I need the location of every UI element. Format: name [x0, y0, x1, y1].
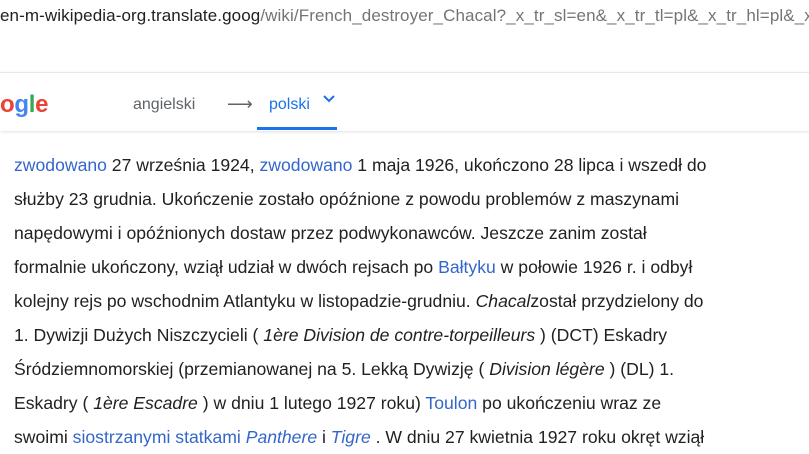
target-language-indicator — [257, 127, 337, 130]
article-text: ) (DL) 1. — [604, 359, 675, 379]
article-link[interactable]: Bałtyku — [438, 257, 496, 277]
article-text: po ukończeniu wraz ze — [477, 393, 662, 413]
article-link[interactable]: Panthere — [246, 427, 317, 447]
article-text: i — [317, 427, 331, 447]
address-bar[interactable]: en-m-wikipedia-org.translate.goog/wiki/F… — [0, 0, 809, 32]
article-line: Śródziemnomorskiej (przemianowanej na 5.… — [14, 352, 804, 386]
article-line: napędowymi i opóźnionych dostaw przez po… — [14, 216, 804, 250]
article-link[interactable]: Tigre — [331, 427, 371, 447]
article-line: kolejny rejs po wschodnim Atlantyku w li… — [14, 284, 804, 318]
target-language[interactable]: polski — [269, 96, 310, 114]
article-link[interactable]: siostrzanymi statkami — [73, 427, 241, 447]
url-host: en-m-wikipedia-org.translate.goog — [0, 6, 261, 25]
article-line: służby 23 grudnia. Ukończenie zostało op… — [14, 182, 804, 216]
logo-letter: e — [35, 91, 49, 118]
article-text: swoimi — [14, 427, 73, 447]
article-text: 1. Dywizji Dużych Niszczycieli ( — [14, 325, 264, 345]
article-text: 27 września 1924, — [106, 155, 260, 175]
article-body: zwodowano 27 września 1924, zwodowano 1 … — [14, 148, 804, 454]
article-link[interactable]: Toulon — [425, 393, 477, 413]
article-text: ) w dniu 1 lutego 1927 roku) — [197, 393, 426, 413]
article-text: Division légère — [489, 359, 605, 379]
article-link[interactable]: zwodowano — [260, 155, 353, 175]
article-line: zwodowano 27 września 1924, zwodowano 1 … — [14, 148, 804, 182]
article-line: swoimi siostrzanymi statkami Panthere i … — [14, 420, 804, 454]
article-text: Chacal — [475, 291, 531, 311]
url-path: /wiki/French_destroyer_Chacal?_x_tr_sl=e… — [260, 6, 809, 25]
arrow-right-icon: ⟶ — [227, 94, 253, 114]
article-text: formalnie ukończony, wziął udział w dwóc… — [14, 257, 439, 277]
article-text: kolejny rejs po wschodnim Atlantyku w li… — [14, 291, 476, 311]
article-text: 1ère Division de contre-torpeilleurs — [263, 325, 536, 345]
article-line: 1. Dywizji Dużych Niszczycieli ( 1ère Di… — [14, 318, 804, 352]
translate-bar: ogle — [0, 72, 809, 131]
browser-toolbar-spacer — [0, 32, 809, 73]
logo-letter: g — [14, 91, 29, 118]
article-text: napędowymi i opóźnionych dostaw przez po… — [14, 223, 647, 243]
article-link[interactable]: zwodowano — [14, 155, 107, 175]
article-text: ) (DCT) Eskadry — [535, 325, 668, 345]
article-text: . W dniu 27 kwietnia 1927 roku okręt wzi… — [370, 427, 705, 447]
logo-letter: o — [0, 91, 15, 118]
chevron-down-icon[interactable] — [322, 92, 336, 106]
url-text[interactable]: en-m-wikipedia-org.translate.goog/wiki/F… — [0, 6, 809, 26]
article-text: w połowie 1926 r. i odbył — [495, 257, 693, 277]
article-line: Eskadry ( 1ère Escadre ) w dniu 1 lutego… — [14, 386, 804, 420]
article-text: 1 maja 1926, ukończono 28 lipca i wszedł… — [352, 155, 707, 175]
google-logo[interactable]: ogle — [0, 91, 48, 119]
source-language[interactable]: angielski — [133, 96, 195, 114]
article-text: 1ère Escadre — [93, 393, 198, 413]
article-text: Śródziemnomorskiej (przemianowanej na 5.… — [14, 359, 490, 379]
article-text: został przydzielony do — [530, 291, 704, 311]
article-line: formalnie ukończony, wziął udział w dwóc… — [14, 250, 804, 284]
article-text: służby 23 grudnia. Ukończenie zostało op… — [14, 189, 680, 209]
article-text: Eskadry ( — [14, 393, 94, 413]
